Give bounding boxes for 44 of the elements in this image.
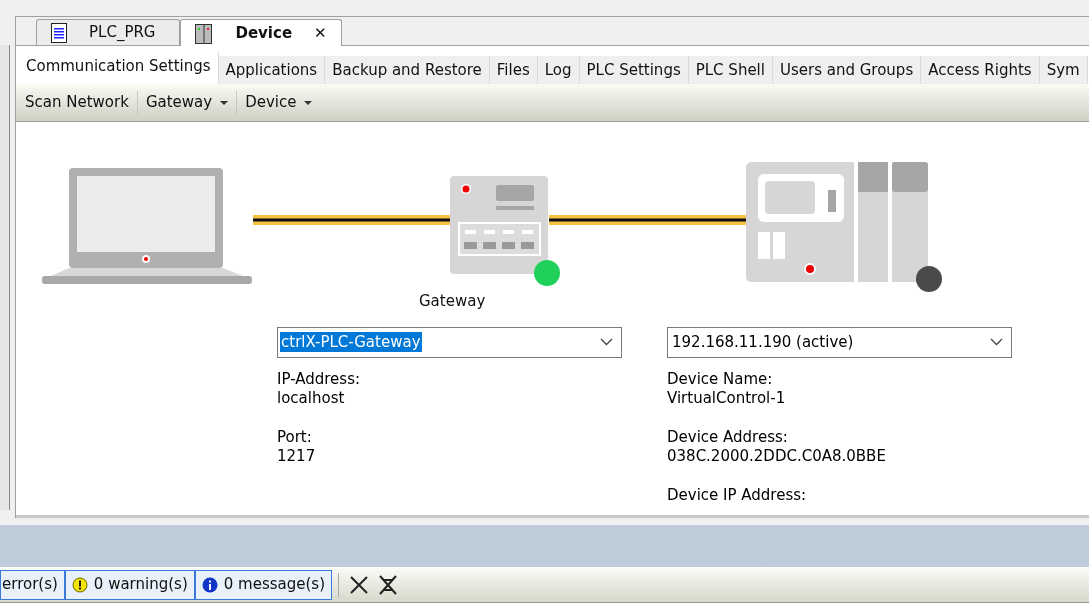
settings-tab[interactable]: PLC Shell: [688, 56, 773, 84]
document-icon: [51, 22, 67, 43]
tab-label: PLC_PRG: [88, 22, 157, 44]
clear-all-icon[interactable]: [377, 573, 399, 596]
message-filter-button[interactable]: error(s): [0, 569, 65, 600]
info-value: localhost: [277, 388, 346, 408]
node-caption: Gateway: [419, 291, 487, 312]
device-icon: [195, 22, 214, 44]
message-filter-button[interactable]: 0 warning(s): [64, 569, 195, 600]
dropdown-value: 192.168.11.190 (active): [671, 332, 855, 352]
info-label: Port:: [277, 427, 313, 447]
settings-tab[interactable]: Backup and Restore: [325, 56, 490, 84]
caret-icon: [304, 100, 313, 105]
settings-tab[interactable]: Access Rights: [921, 56, 1040, 84]
editor-tab[interactable]: Device ✕: [180, 19, 342, 46]
close-icon[interactable]: ✕: [314, 21, 327, 45]
info-label: Device Name:: [667, 369, 774, 389]
info-label: Device Address:: [667, 427, 789, 447]
info-value: VirtualControl-1: [667, 388, 787, 408]
info-value: 1217: [277, 446, 317, 466]
dropdown-field[interactable]: ctrlX-PLC-Gateway: [277, 326, 622, 358]
settings-tab[interactable]: Files: [489, 56, 538, 84]
chevron-down-icon: [600, 338, 613, 346]
settings-tab[interactable]: Sym: [1039, 56, 1088, 84]
settings-tab[interactable]: PLC Settings: [579, 56, 689, 84]
info-label: IP-Address:: [277, 369, 361, 389]
settings-tab[interactable]: Applications: [218, 56, 326, 84]
dropdown-field[interactable]: 192.168.11.190 (active): [667, 326, 1012, 358]
message-filter-button[interactable]: 0 message(s): [194, 569, 332, 600]
warning-icon: [71, 576, 88, 593]
clear-icon[interactable]: [349, 574, 369, 595]
caret-icon: [220, 100, 229, 105]
toolbar-button[interactable]: Scan Network: [20, 88, 134, 117]
toolbar-button[interactable]: Device: [240, 88, 318, 117]
toolbar-button[interactable]: Gateway: [140, 88, 234, 117]
info-label: Device IP Address:: [667, 485, 808, 505]
dropdown-value: ctrlX-PLC-Gateway: [280, 332, 422, 352]
info-icon: [201, 576, 218, 593]
settings-tab[interactable]: Users and Groups: [772, 56, 922, 84]
editor-tab[interactable]: PLC_PRG: [36, 19, 181, 45]
info-value: 038C.2000.2DDC.C0A8.0BBE: [667, 446, 887, 466]
settings-tab[interactable]: Log: [537, 56, 580, 84]
tab-label: Device: [234, 22, 294, 44]
chevron-down-icon: [990, 338, 1003, 346]
